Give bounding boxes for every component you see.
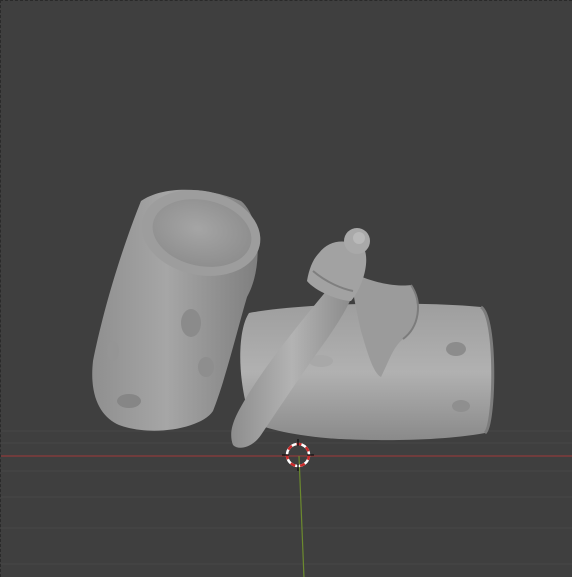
stump-upright[interactable] [92,179,268,431]
3d-cursor-icon[interactable] [282,439,314,471]
3d-viewport[interactable] [0,0,572,577]
viewport-scene[interactable] [1,1,572,577]
y-axis-line [298,455,305,577]
